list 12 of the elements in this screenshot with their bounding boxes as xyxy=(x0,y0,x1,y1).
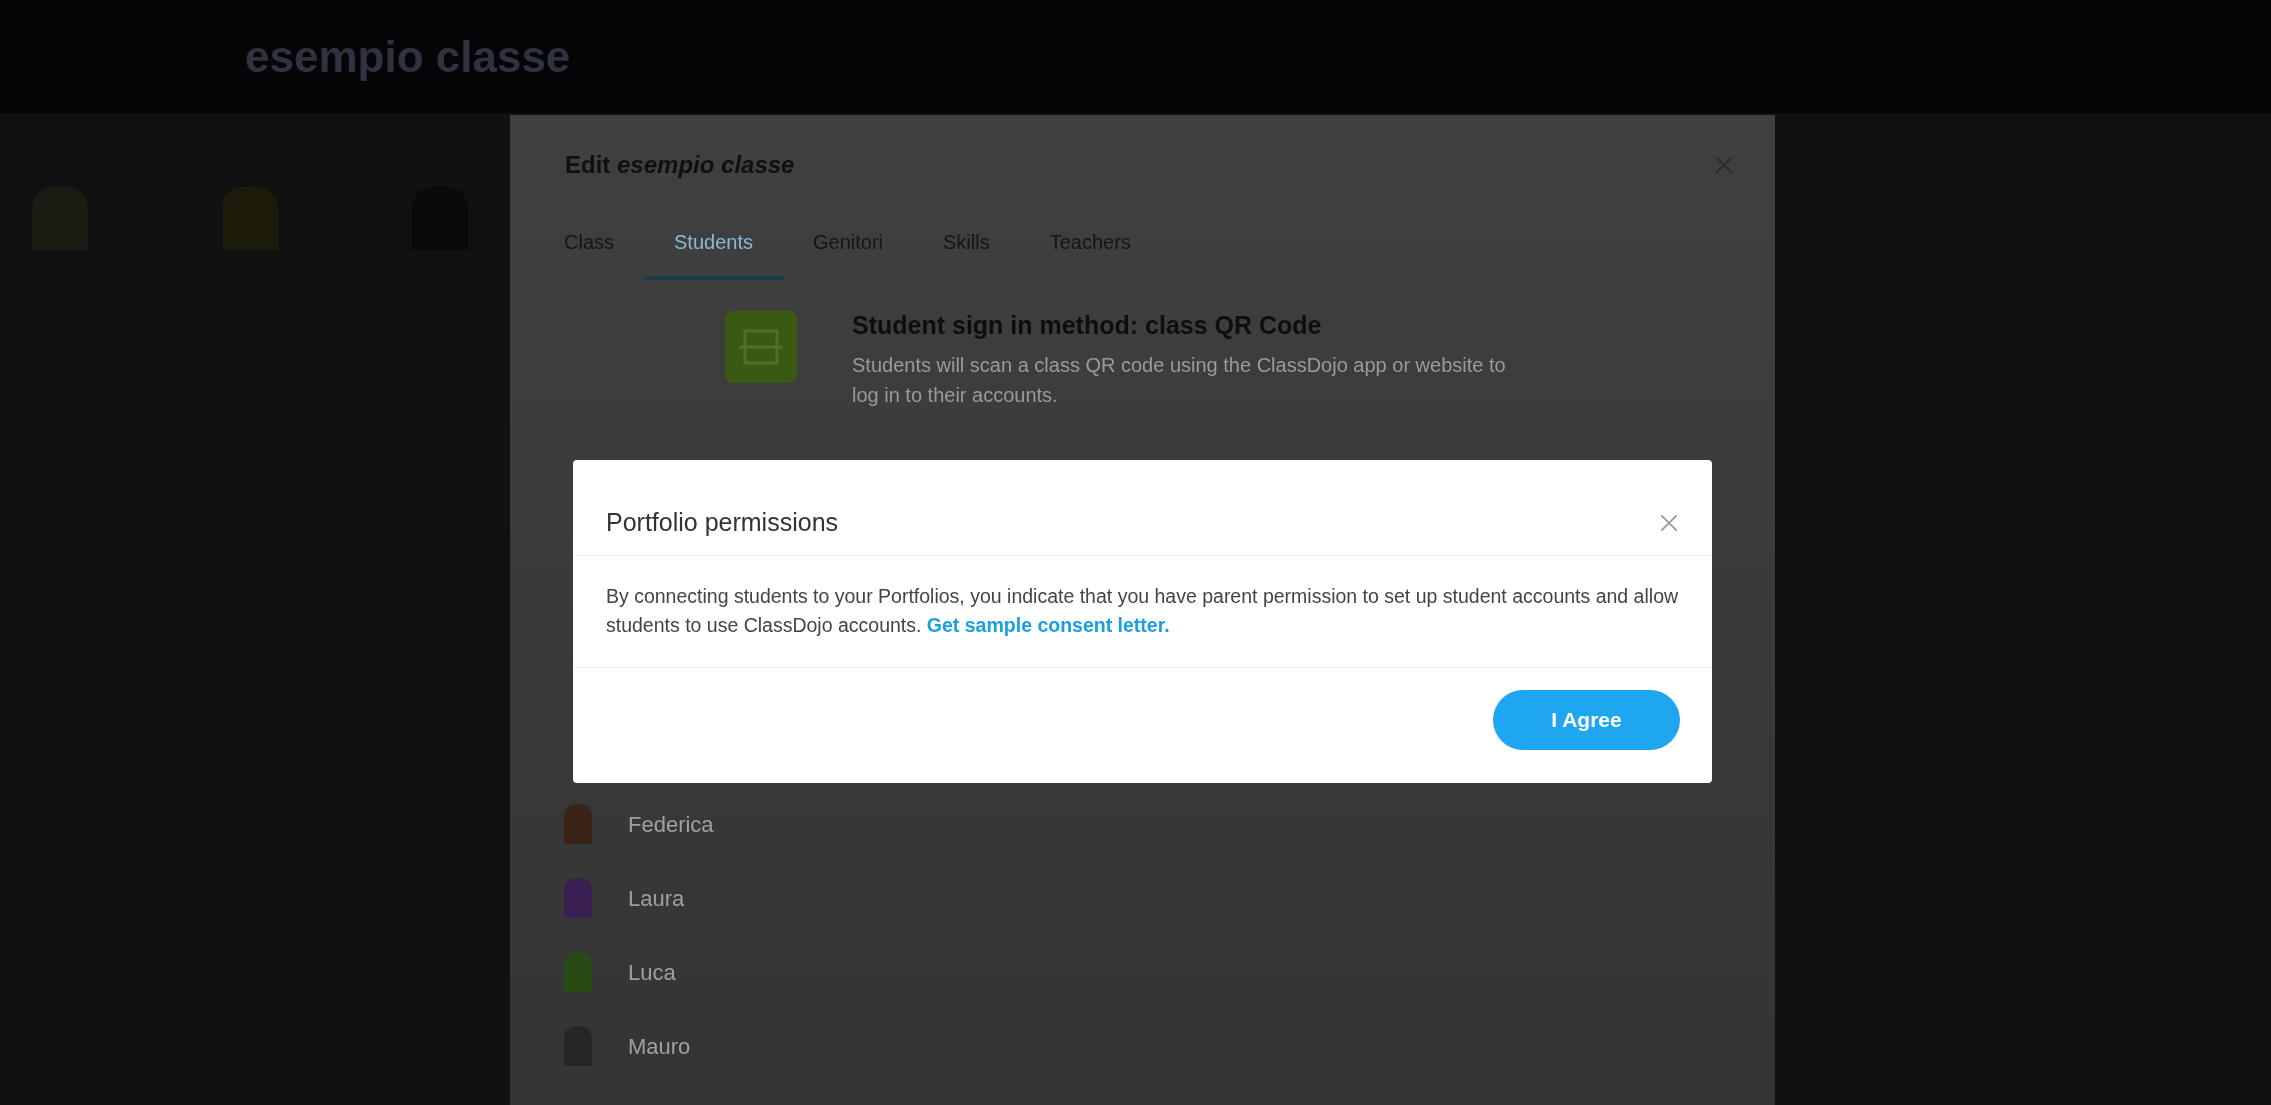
agree-button[interactable]: I Agree xyxy=(1493,689,1680,750)
sign-in-description: Students will scan a class QR code using the ClassDojo app or website to log in to their accounts. xyxy=(852,353,1507,408)
dialog-title: Portfolio permissions xyxy=(606,508,839,537)
permission-text: By connecting students to your Portfolios, you indicate that you have parent permission to set up student accounts and allow students to use ClassDojo accounts. Get sample consent letter. xyxy=(606,585,1679,637)
student-name[interactable]: Mauro xyxy=(628,1034,691,1060)
student-name[interactable]: Federica xyxy=(628,812,714,838)
class-title: esempio classe xyxy=(245,31,571,82)
student-name[interactable]: Luca xyxy=(628,960,676,986)
student-name[interactable]: Laura xyxy=(628,886,685,912)
tab[interactable]: Students xyxy=(644,219,783,280)
consent-letter-link[interactable]: Get sample consent letter. xyxy=(926,614,1170,637)
qr-code-icon xyxy=(725,311,797,383)
